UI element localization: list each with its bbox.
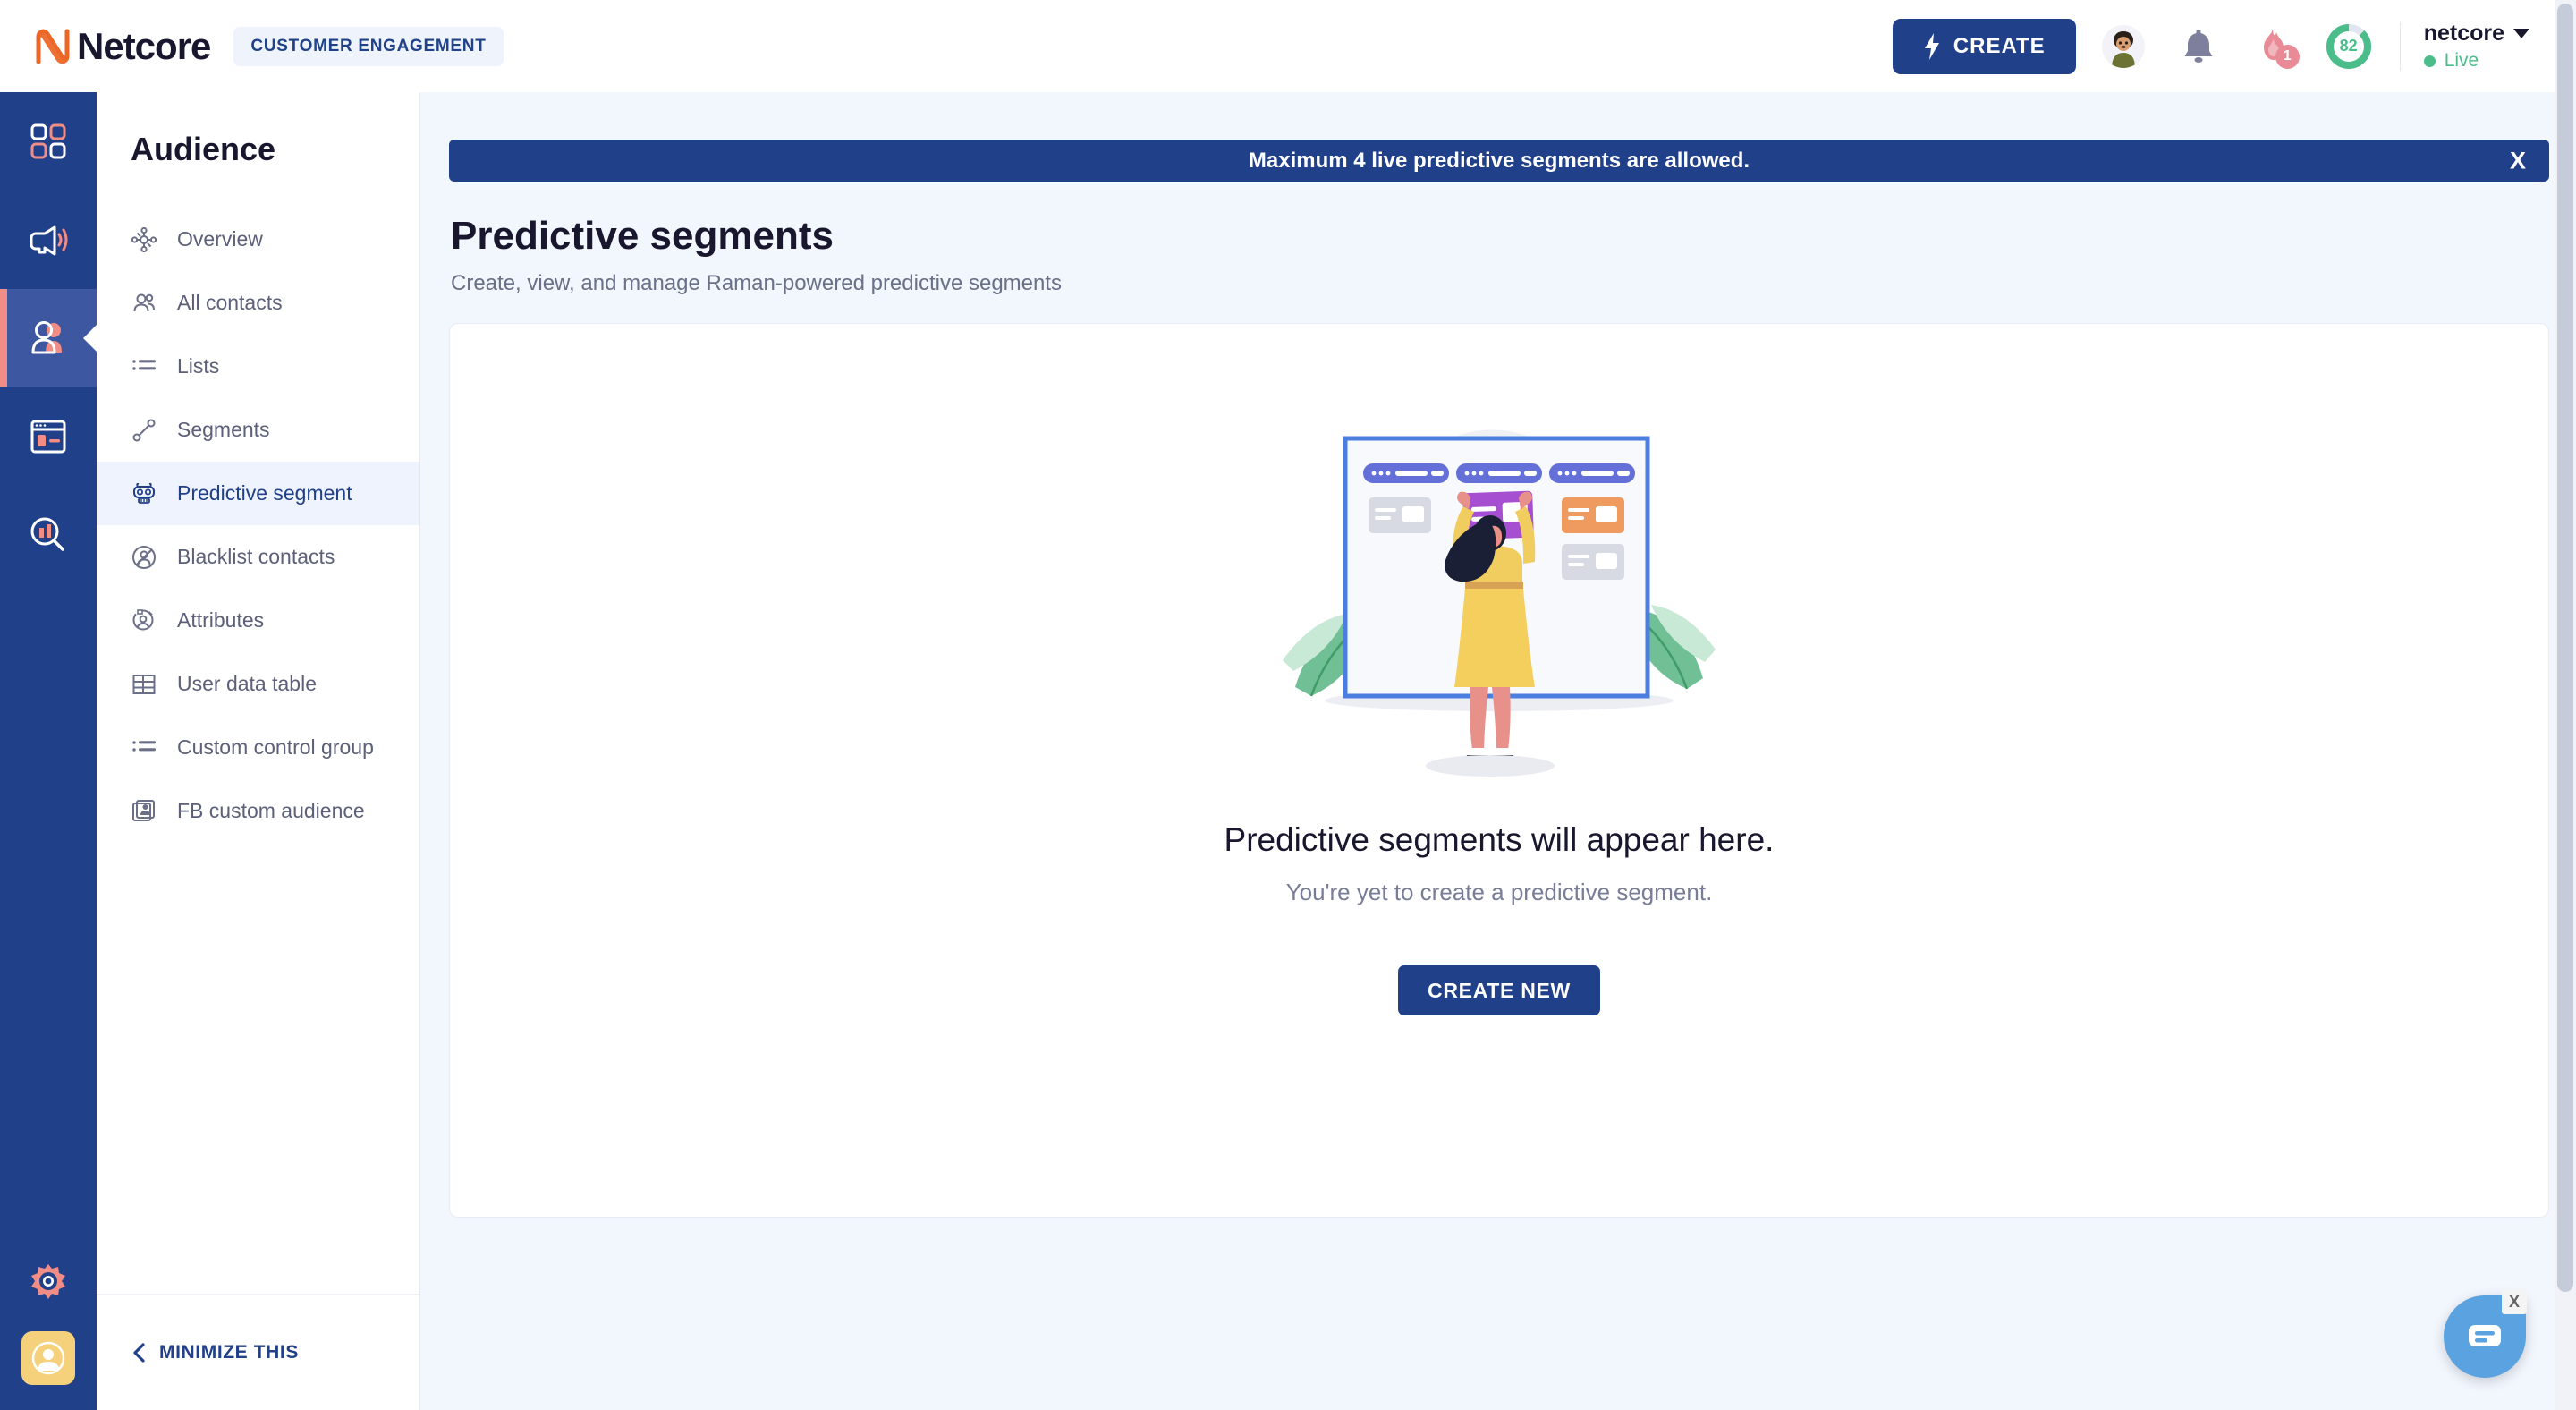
table-grid-icon [131, 671, 157, 698]
health-score-value: 82 [2339, 37, 2358, 55]
contacts-group-icon [131, 290, 157, 317]
rail-item-dashboard[interactable] [0, 92, 97, 191]
sidebar-item-label: Segments [177, 418, 270, 441]
streak-button[interactable]: 1 [2246, 19, 2301, 74]
list-icon [131, 353, 157, 380]
sidebar-item-fb-custom-audience[interactable]: FB custom audience [97, 779, 419, 843]
sidebar-title: Audience [131, 131, 276, 167]
logo-wordmark: Netcore [77, 24, 211, 67]
brand-logo[interactable]: Netcore [32, 24, 211, 68]
empty-state-subtitle: You're yet to create a predictive segmen… [1285, 879, 1713, 905]
create-button[interactable]: CREATE [1892, 18, 2076, 74]
chart-search-icon [30, 517, 64, 551]
close-icon[interactable]: X [2510, 149, 2526, 173]
sidebar-item-overview[interactable]: Overview [97, 208, 419, 271]
create-button-label: CREATE [1953, 33, 2046, 58]
minimize-sidebar-button[interactable]: MINIMIZE THIS [132, 1342, 299, 1363]
netcore-logo-icon [36, 29, 70, 64]
sidebar-footer: MINIMIZE THIS [97, 1294, 419, 1410]
bolt-icon [1924, 32, 1939, 60]
minimize-label: MINIMIZE THIS [159, 1341, 299, 1363]
main-content: Maximum 4 live predictive segments are a… [420, 92, 2576, 1410]
rail-item-channels[interactable] [0, 387, 97, 486]
streak-badge: 1 [2275, 44, 2300, 69]
grid-squares-icon [30, 123, 66, 159]
sidebar-item-label: Attributes [177, 608, 265, 632]
bell-icon [2184, 29, 2213, 63]
sidebar-item-label: Overview [177, 227, 263, 251]
sidebar-item-attributes[interactable]: Attributes [97, 589, 419, 652]
chevron-left-icon [133, 1342, 145, 1363]
rail-item-campaigns[interactable] [0, 191, 97, 289]
stacked-user-card-icon [131, 798, 157, 825]
empty-state-card: Predictive segments will appear here. Yo… [449, 323, 2549, 1218]
user-profile-icon [31, 1341, 65, 1375]
banner-message: Maximum 4 live predictive segments are a… [1248, 148, 1750, 173]
health-score-button[interactable]: 82 [2321, 19, 2377, 74]
sidebar-menu: Overview All contacts Lists Segments Pre… [97, 208, 419, 843]
header-divider [2399, 21, 2401, 71]
product-name-pill: CUSTOMER ENGAGEMENT [233, 26, 504, 66]
people-icon [31, 321, 62, 354]
info-banner: Maximum 4 live predictive segments are a… [449, 140, 2549, 182]
rail-bottom-group [0, 1233, 97, 1410]
account-name: netcore [2423, 21, 2504, 46]
hub-nodes-icon [131, 226, 157, 253]
sidebar-item-label: Predictive segment [177, 481, 352, 505]
page-subtitle: Create, view, and manage Raman-powered p… [451, 271, 1063, 295]
sidebar-item-predictive-segment[interactable]: Predictive segment [97, 462, 419, 525]
header-actions: CREATE 1 82 netcore Live [1892, 18, 2529, 74]
attributes-user-icon [131, 607, 157, 634]
chevron-down-icon [2513, 29, 2529, 38]
segments-node-icon [131, 417, 157, 444]
megaphone-icon [30, 225, 68, 256]
sidebar-item-label: Blacklist contacts [177, 545, 335, 568]
account-status: Live [2423, 50, 2529, 72]
browser-window-icon [30, 420, 66, 454]
top-header-bar: Netcore CUSTOMER ENGAGEMENT CREATE 1 82 … [0, 0, 2576, 92]
gear-eye-icon [31, 1264, 65, 1299]
sidebar-item-segments[interactable]: Segments [97, 398, 419, 462]
chat-message-icon [2469, 1325, 2501, 1346]
page-header: Predictive segments Create, view, and ma… [451, 214, 2576, 296]
rail-item-profile[interactable] [21, 1331, 75, 1385]
chat-close-button[interactable]: X [2502, 1289, 2527, 1314]
account-name-row[interactable]: netcore [2424, 21, 2529, 47]
rail-item-analytics[interactable] [0, 486, 97, 584]
sidebar-item-user-data-table[interactable]: User data table [97, 652, 419, 716]
notifications-button[interactable] [2171, 19, 2226, 74]
sidebar-item-lists[interactable]: Lists [97, 335, 419, 398]
primary-nav-rail [0, 92, 97, 1410]
sidebar-item-label: Lists [177, 354, 220, 378]
blocked-user-icon [131, 544, 157, 571]
score-ring: 82 [2326, 23, 2372, 70]
status-dot-icon [2423, 55, 2436, 67]
sidebar-item-label: Custom control group [177, 735, 374, 759]
user-avatar-icon [2111, 30, 2135, 68]
sidebar-item-label: FB custom audience [177, 799, 365, 822]
create-new-button[interactable]: CREATE NEW [1398, 965, 1600, 1015]
sidebar-item-label: User data table [177, 672, 317, 695]
rail-item-audience[interactable] [0, 289, 97, 387]
rail-item-settings[interactable] [0, 1233, 97, 1331]
secondary-sidebar: Audience Overview All contacts Lists Seg… [97, 92, 420, 1410]
sidebar-item-all-contacts[interactable]: All contacts [97, 271, 419, 335]
sidebar-item-blacklist-contacts[interactable]: Blacklist contacts [97, 525, 419, 589]
sidebar-item-custom-control-group[interactable]: Custom control group [97, 716, 419, 779]
page-title: Predictive segments [451, 214, 834, 258]
empty-state-title: Predictive segments will appear here. [1224, 821, 1775, 858]
account-menu[interactable]: netcore Live [2423, 21, 2529, 72]
avatar [2101, 24, 2145, 68]
account-status-label: Live [2444, 50, 2479, 71]
woman-organizing-cards-illustration [1283, 429, 1716, 777]
predictive-robot-icon [131, 480, 157, 507]
user-avatar-button[interactable] [2096, 19, 2151, 74]
page-scrollbar-thumb[interactable] [2557, 4, 2573, 1292]
list-icon [131, 735, 157, 761]
sidebar-item-label: All contacts [177, 291, 283, 314]
